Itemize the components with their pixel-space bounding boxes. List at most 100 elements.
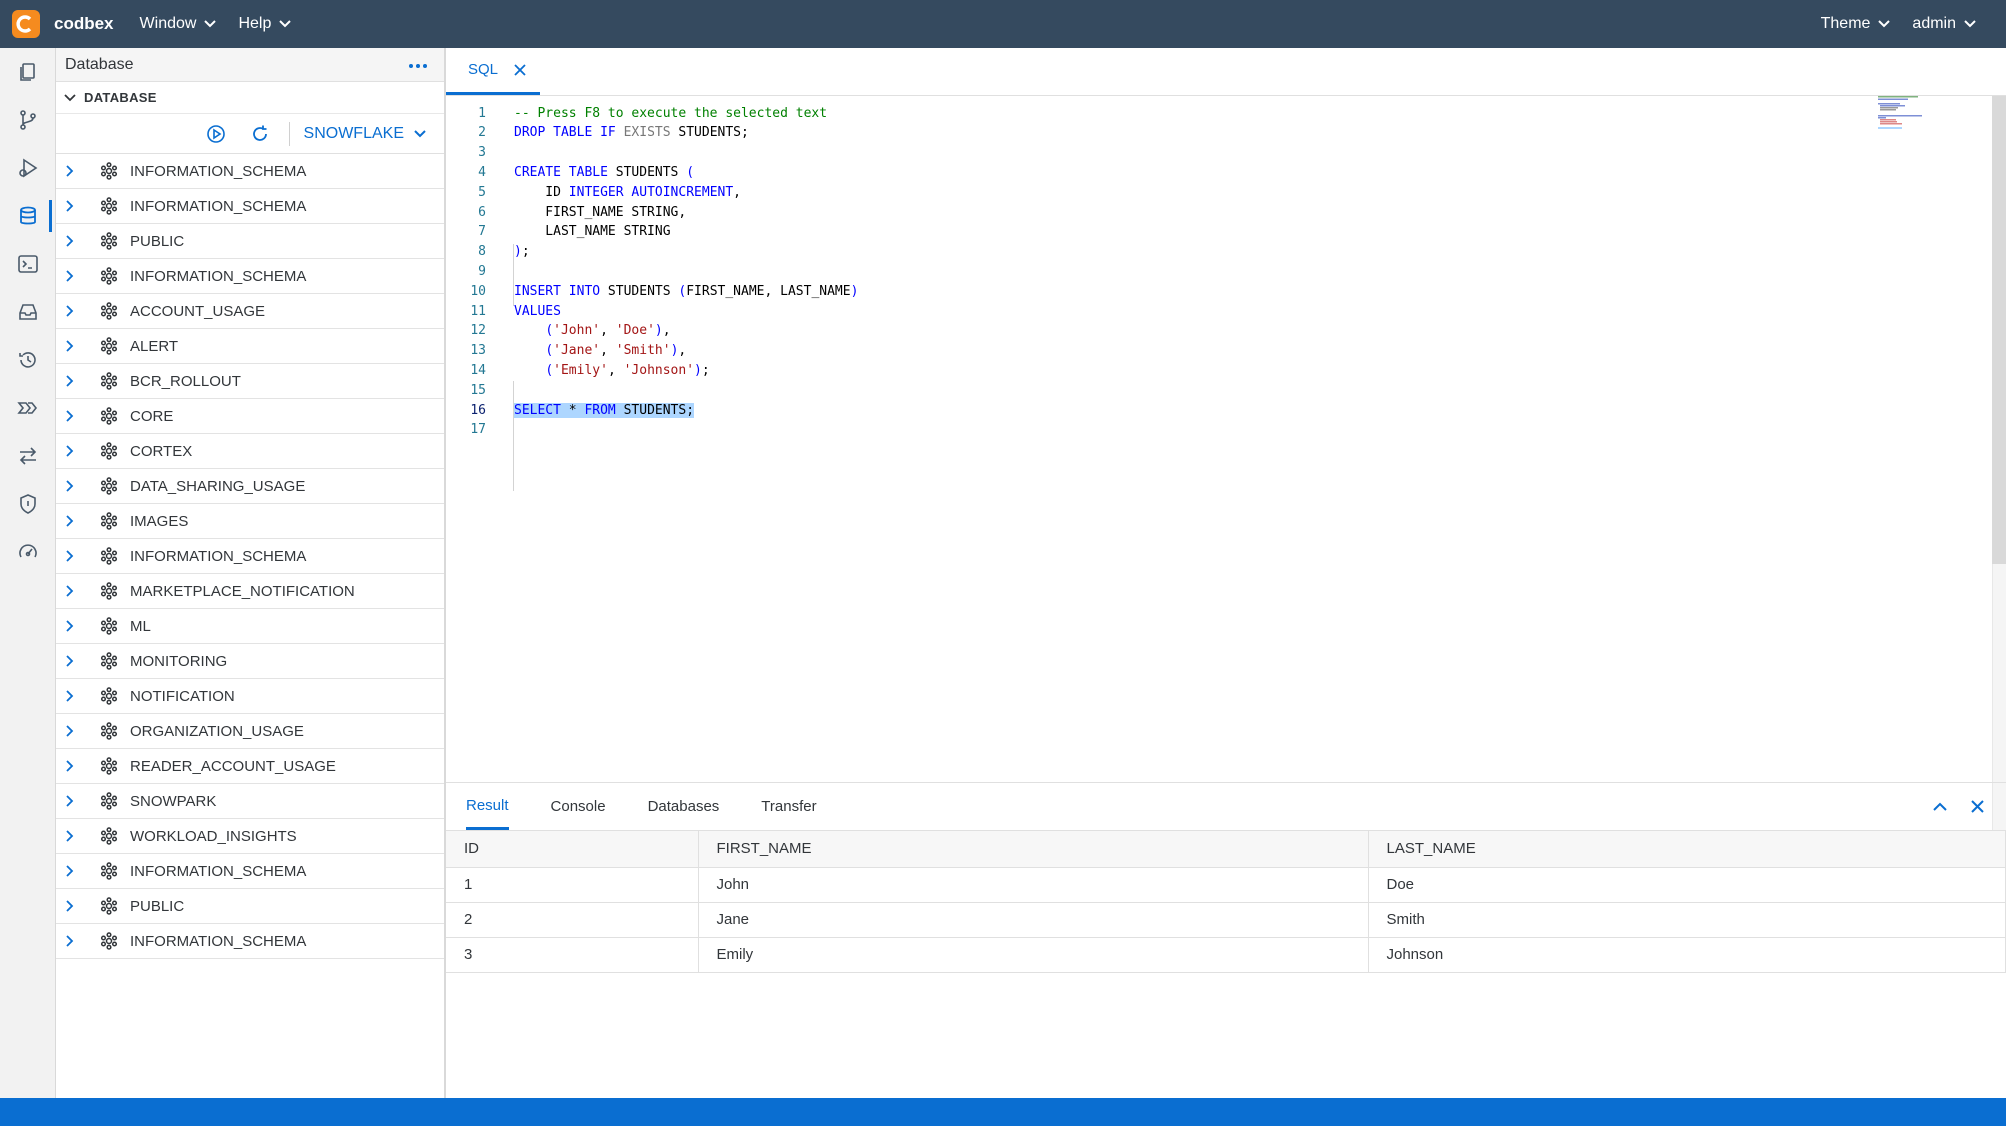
line-number: 16 bbox=[470, 402, 486, 418]
chevron-right-icon[interactable] bbox=[66, 235, 82, 247]
database-icon[interactable] bbox=[0, 196, 56, 236]
tree-item-schema[interactable]: WORKLOAD_INSIGHTS bbox=[56, 819, 444, 854]
tree-item-schema[interactable]: READER_ACCOUNT_USAGE bbox=[56, 749, 444, 784]
table-cell: 3 bbox=[446, 937, 699, 973]
history-icon[interactable] bbox=[0, 340, 56, 380]
chevron-right-icon[interactable] bbox=[66, 690, 82, 702]
chevron-right-icon[interactable] bbox=[66, 445, 82, 457]
chevron-right-icon[interactable] bbox=[66, 305, 82, 317]
tree-item-schema[interactable]: NOTIFICATION bbox=[56, 679, 444, 714]
chevron-right-icon[interactable] bbox=[66, 935, 82, 947]
tree-item-schema[interactable]: PUBLIC bbox=[56, 224, 444, 259]
chevron-right-icon[interactable] bbox=[66, 200, 82, 212]
tree-item-label: PUBLIC bbox=[130, 232, 185, 250]
schema-icon bbox=[100, 336, 120, 356]
sidebar-title: Database bbox=[65, 55, 134, 73]
user-menu[interactable]: admin bbox=[1912, 15, 1976, 33]
tree-item-schema[interactable]: DATA_SHARING_USAGE bbox=[56, 469, 444, 504]
editor-scrollbar-thumb[interactable] bbox=[1992, 96, 2006, 564]
chevron-right-icon[interactable] bbox=[66, 410, 82, 422]
chevron-right-icon[interactable] bbox=[66, 830, 82, 842]
refresh-icon[interactable] bbox=[247, 121, 273, 147]
chevron-right-icon[interactable] bbox=[66, 550, 82, 562]
tree-item-schema[interactable]: BCR_ROLLOUT bbox=[56, 364, 444, 399]
table-row[interactable]: 2 Jane Smith bbox=[446, 902, 2006, 938]
chevron-right-icon[interactable] bbox=[66, 270, 82, 282]
tree-item-schema[interactable]: ORGANIZATION_USAGE bbox=[56, 714, 444, 749]
theme-menu[interactable]: Theme bbox=[1821, 15, 1891, 33]
tree-item-schema[interactable]: ACCOUNT_USAGE bbox=[56, 294, 444, 329]
tree-item-schema[interactable]: CORE bbox=[56, 399, 444, 434]
chevron-right-icon[interactable] bbox=[66, 165, 82, 177]
column-header-id[interactable]: ID bbox=[446, 831, 699, 868]
tree-item-schema[interactable]: ML bbox=[56, 609, 444, 644]
tree-item-schema[interactable]: INFORMATION_SCHEMA bbox=[56, 854, 444, 889]
table-cell: 2 bbox=[446, 902, 699, 938]
column-header-first-name[interactable]: FIRST_NAME bbox=[698, 831, 1369, 868]
chevron-right-icon[interactable] bbox=[66, 725, 82, 737]
code-line: 16 SELECT * FROM STUDENTS; bbox=[446, 400, 1946, 420]
minimap[interactable] bbox=[1878, 96, 1990, 132]
code-line: 13 ('Jane', 'Smith'), bbox=[446, 341, 1946, 361]
chevron-right-icon[interactable] bbox=[66, 760, 82, 772]
table-row[interactable]: 1 John Doe bbox=[446, 867, 2006, 903]
codbex-logo-icon[interactable] bbox=[12, 10, 40, 38]
chevron-right-icon[interactable] bbox=[66, 375, 82, 387]
status-bar bbox=[0, 1098, 2006, 1126]
menu-window[interactable]: Window bbox=[140, 15, 217, 33]
panel-tab-databases[interactable]: Databases bbox=[648, 783, 720, 830]
shield-icon[interactable] bbox=[0, 484, 56, 524]
tree-item-schema[interactable]: INFORMATION_SCHEMA bbox=[56, 539, 444, 574]
chevron-right-icon[interactable] bbox=[66, 585, 82, 597]
menu-help-label: Help bbox=[238, 15, 272, 32]
chevron-right-icon[interactable] bbox=[66, 340, 82, 352]
tree-item-schema[interactable]: MONITORING bbox=[56, 644, 444, 679]
maximize-panel-icon[interactable] bbox=[1933, 802, 1947, 811]
tree-item-schema[interactable]: IMAGES bbox=[56, 504, 444, 539]
line-number: 10 bbox=[470, 283, 486, 299]
chevron-right-icon[interactable] bbox=[66, 480, 82, 492]
schema-icon bbox=[100, 546, 120, 566]
execute-icon[interactable] bbox=[203, 121, 229, 147]
tree-item-schema[interactable]: ALERT bbox=[56, 329, 444, 364]
pipeline-icon[interactable] bbox=[0, 388, 56, 428]
sql-editor[interactable]: 1 -- Press F8 to execute the selected tex… bbox=[446, 96, 2006, 830]
panel-tabs: Result Console Databases Transfer bbox=[446, 783, 2006, 831]
tree-item-schema[interactable]: INFORMATION_SCHEMA bbox=[56, 924, 444, 959]
database-section-header[interactable]: DATABASE bbox=[56, 82, 444, 114]
datasource-select[interactable]: SNOWFLAKE bbox=[304, 125, 426, 143]
tree-item-schema[interactable]: PUBLIC bbox=[56, 889, 444, 924]
tree-item-schema[interactable]: MARKETPLACE_NOTIFICATION bbox=[56, 574, 444, 609]
chevron-right-icon[interactable] bbox=[66, 655, 82, 667]
inbox-icon[interactable] bbox=[0, 292, 56, 332]
chevron-right-icon[interactable] bbox=[66, 865, 82, 877]
column-header-last-name[interactable]: LAST_NAME bbox=[1368, 831, 2006, 868]
tree-item-schema[interactable]: INFORMATION_SCHEMA bbox=[56, 189, 444, 224]
code-line: 3 bbox=[446, 143, 1946, 163]
transfer-icon[interactable] bbox=[0, 436, 56, 476]
chevron-right-icon[interactable] bbox=[66, 900, 82, 912]
close-tab-icon[interactable] bbox=[514, 63, 526, 76]
chevron-right-icon[interactable] bbox=[66, 620, 82, 632]
chevron-right-icon[interactable] bbox=[66, 515, 82, 527]
chevron-down-icon bbox=[1878, 15, 1891, 33]
panel-tab-console[interactable]: Console bbox=[551, 783, 606, 830]
tree-item-schema[interactable]: SNOWPARK bbox=[56, 784, 444, 819]
tab-sql[interactable]: SQL bbox=[446, 47, 541, 95]
documents-icon[interactable] bbox=[0, 52, 56, 92]
more-options-icon[interactable] bbox=[408, 56, 428, 74]
table-row[interactable]: 3 Emily Johnson bbox=[446, 937, 2006, 973]
menu-help[interactable]: Help bbox=[238, 15, 292, 33]
panel-tab-transfer[interactable]: Transfer bbox=[761, 783, 816, 830]
speedometer-icon[interactable] bbox=[0, 532, 56, 572]
git-branch-icon[interactable] bbox=[0, 100, 56, 140]
chevron-right-icon[interactable] bbox=[66, 795, 82, 807]
code-line: 17 bbox=[446, 420, 1946, 440]
tree-item-schema[interactable]: INFORMATION_SCHEMA bbox=[56, 259, 444, 294]
tree-item-schema[interactable]: CORTEX bbox=[56, 434, 444, 469]
terminal-icon[interactable] bbox=[0, 244, 56, 284]
tree-item-schema[interactable]: INFORMATION_SCHEMA bbox=[56, 154, 444, 189]
close-panel-icon[interactable] bbox=[1971, 800, 1984, 813]
run-debug-icon[interactable] bbox=[0, 148, 56, 188]
panel-tab-result[interactable]: Result bbox=[466, 783, 509, 830]
